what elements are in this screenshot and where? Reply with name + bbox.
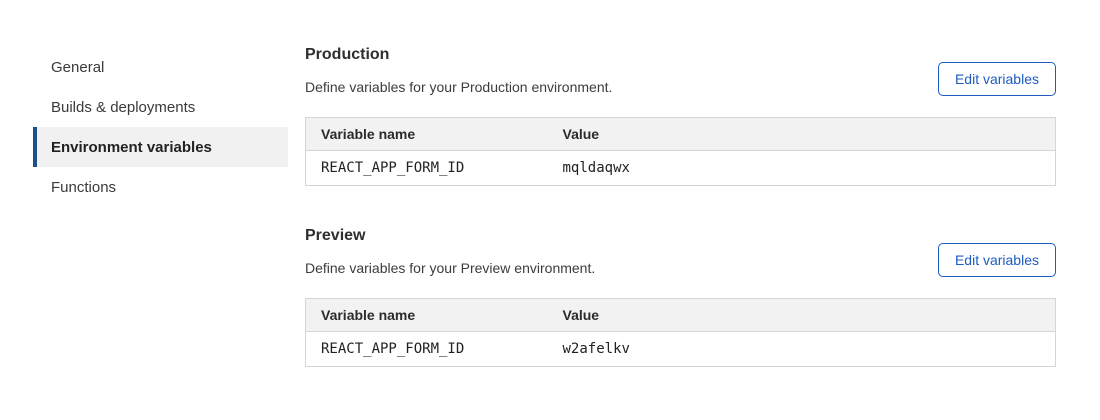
sidebar-item-environment-variables[interactable]: Environment variables xyxy=(33,127,288,167)
sidebar-item-label: General xyxy=(51,59,104,76)
table-row: REACT_APP_FORM_ID w2afelkv xyxy=(306,332,1056,367)
sidebar-item-label: Environment variables xyxy=(51,139,212,156)
production-edit-variables-button[interactable]: Edit variables xyxy=(938,62,1056,96)
production-section-header: Production Define variables for your Pro… xyxy=(305,44,1056,96)
preview-section-title: Preview xyxy=(305,225,595,247)
sidebar-item-builds-deployments[interactable]: Builds & deployments xyxy=(33,87,288,127)
preview-section-description: Define variables for your Preview enviro… xyxy=(305,259,595,277)
column-header-variable-name: Variable name xyxy=(306,118,548,151)
column-header-value: Value xyxy=(548,299,1056,332)
production-variables-table: Variable name Value REACT_APP_FORM_ID mq… xyxy=(305,117,1056,186)
variable-name-cell: REACT_APP_FORM_ID xyxy=(306,151,548,186)
environment-variables-panel: Production Define variables for your Pro… xyxy=(305,0,1056,367)
column-header-variable-name: Variable name xyxy=(306,299,548,332)
production-section-description: Define variables for your Production env… xyxy=(305,78,612,96)
sidebar-item-general[interactable]: General xyxy=(33,47,288,87)
column-header-value: Value xyxy=(548,118,1056,151)
variable-value-cell: w2afelkv xyxy=(548,332,1056,367)
sidebar-item-label: Builds & deployments xyxy=(51,99,195,116)
table-row: REACT_APP_FORM_ID mqldaqwx xyxy=(306,151,1056,186)
settings-page: General Builds & deployments Environment… xyxy=(0,0,1100,367)
settings-sidebar: General Builds & deployments Environment… xyxy=(33,0,288,207)
preview-section: Preview Define variables for your Previe… xyxy=(305,225,1056,367)
table-header-row: Variable name Value xyxy=(306,118,1056,151)
preview-heading-block: Preview Define variables for your Previe… xyxy=(305,225,595,277)
variable-value-cell: mqldaqwx xyxy=(548,151,1056,186)
production-heading-block: Production Define variables for your Pro… xyxy=(305,44,612,96)
production-section-title: Production xyxy=(305,44,612,66)
production-section: Production Define variables for your Pro… xyxy=(305,44,1056,186)
sidebar-item-functions[interactable]: Functions xyxy=(33,167,288,207)
preview-variables-table: Variable name Value REACT_APP_FORM_ID w2… xyxy=(305,298,1056,367)
sidebar-item-label: Functions xyxy=(51,179,116,196)
table-header-row: Variable name Value xyxy=(306,299,1056,332)
preview-section-header: Preview Define variables for your Previe… xyxy=(305,225,1056,277)
variable-name-cell: REACT_APP_FORM_ID xyxy=(306,332,548,367)
preview-edit-variables-button[interactable]: Edit variables xyxy=(938,243,1056,277)
